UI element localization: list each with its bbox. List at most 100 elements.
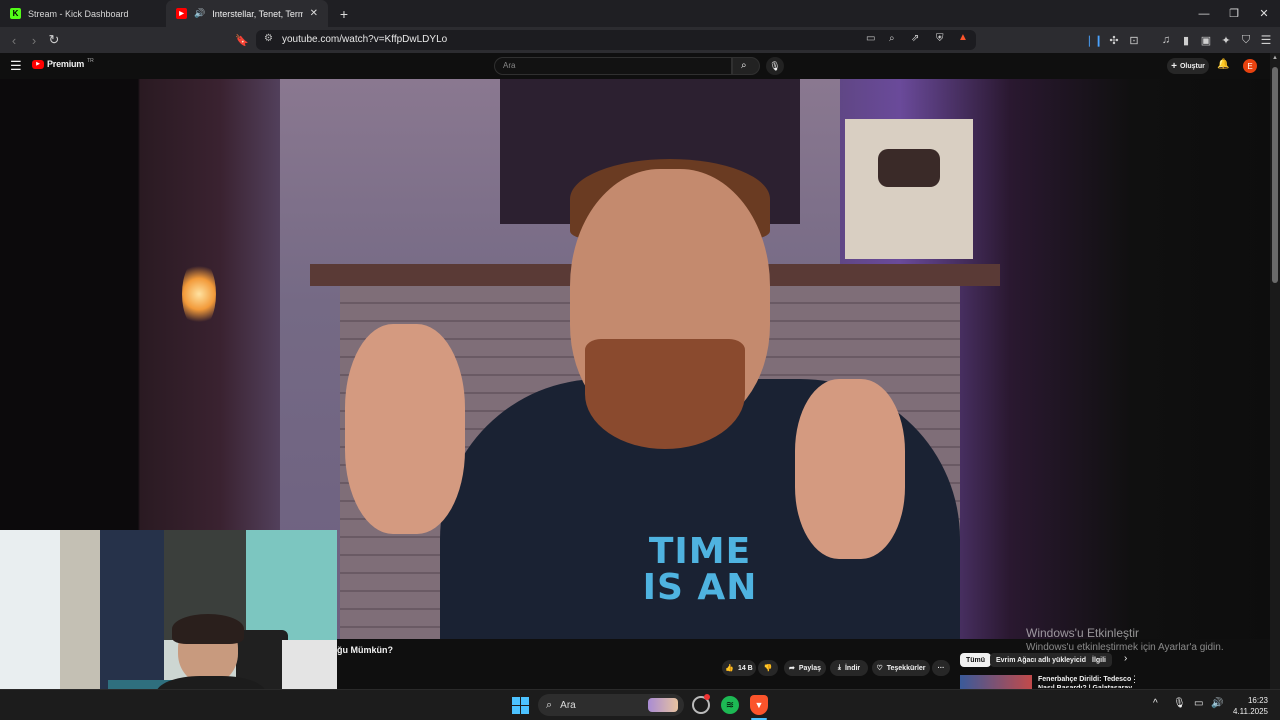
search-placeholder: Ara <box>503 61 516 70</box>
site-info-icon[interactable]: ⚙ <box>264 33 273 44</box>
wallet-icon[interactable]: ▣ <box>1198 32 1214 48</box>
chip-all[interactable]: Tümü <box>960 653 992 667</box>
leo-icon[interactable]: ✦ <box>1218 32 1234 48</box>
notifications-bell-icon[interactable]: 🔔 <box>1217 59 1229 70</box>
sidebar-icon[interactable]: ▮ <box>1178 32 1194 48</box>
recommended-menu-icon[interactable]: ⋮ <box>1130 674 1139 685</box>
clock-time: 16:23 <box>1247 696 1268 705</box>
notification-dot <box>704 694 710 700</box>
url-text: youtube.com/watch?v=KffpDwLDYLo <box>282 34 448 45</box>
thanks-label: Teşekkürler <box>886 664 926 672</box>
brave-shields-icon[interactable]: ⛨ <box>936 33 944 44</box>
brave-browser-icon[interactable]: ▼ <box>750 695 768 715</box>
chip-related[interactable]: İlgili <box>1086 653 1112 667</box>
search-button[interactable]: ⌕ <box>732 57 760 75</box>
logo-text: Premium <box>47 59 85 69</box>
more-actions-button[interactable]: ··· <box>932 660 950 676</box>
recommended-title[interactable]: Fenerbahçe Dirildi: Tedesco Nasıl Başard… <box>1038 675 1138 688</box>
country-code: TR <box>87 58 94 64</box>
restore-window-icon[interactable]: ❐ <box>1218 0 1250 27</box>
scroll-up-icon[interactable]: ▲ <box>1272 55 1278 61</box>
kick-icon: K <box>10 8 21 19</box>
hamburger-menu-icon[interactable]: ☰ <box>10 58 22 74</box>
taskbar-search[interactable]: ⌕ Ara <box>538 694 684 716</box>
video-title: ğu Mümkün? <box>337 645 393 655</box>
taskbar-app-icon[interactable] <box>692 694 710 714</box>
bookmark-icon[interactable]: 🔖 <box>234 32 250 48</box>
minimize-window-icon[interactable]: — <box>1188 0 1220 27</box>
dislike-button[interactable]: 👎 <box>758 660 778 676</box>
vpn-icon[interactable]: ⛉ <box>1238 32 1254 48</box>
microphone-icon[interactable]: 🎙 <box>1173 698 1186 709</box>
brave-rewards-icon[interactable]: ▲ <box>958 32 968 43</box>
like-count: 14 B <box>737 664 753 672</box>
forward-icon[interactable]: › <box>26 32 42 48</box>
new-tab-button[interactable]: + <box>328 0 360 27</box>
network-icon[interactable]: ▭ <box>1194 698 1203 709</box>
chips-next-icon[interactable]: › <box>1124 653 1127 664</box>
create-label: Oluştur <box>1179 62 1205 70</box>
spotify-icon[interactable]: ≋ <box>721 696 739 714</box>
search-highlight-icon <box>648 698 678 712</box>
search-input[interactable]: Ara <box>494 57 732 75</box>
tab-kick-dashboard[interactable]: K Stream - Kick Dashboard <box>0 0 166 27</box>
tab-youtube-video[interactable]: ▶ 🔊 Interstellar, Tenet, Terminator ✕ <box>166 0 328 27</box>
zoom-icon[interactable]: ⌕ <box>889 33 895 44</box>
extensions-icon[interactable]: ✣ <box>1106 32 1122 48</box>
browser-tab-bar: K Stream - Kick Dashboard ▶ 🔊 Interstell… <box>0 0 1280 27</box>
download-icon: ⤓ <box>837 664 841 671</box>
menu-icon[interactable]: ☰ <box>1258 32 1274 48</box>
tray-overflow-icon[interactable]: ^ <box>1153 698 1158 709</box>
shirt-text-line-2: IS AN <box>642 567 758 608</box>
download-button[interactable]: ⤓ İndir <box>830 660 868 676</box>
volume-icon[interactable]: 🔊 <box>1211 698 1223 709</box>
ai-assistant-icon[interactable]: ❘❙ <box>1085 32 1103 48</box>
tab-title: Interstellar, Tenet, Terminator <box>212 8 303 19</box>
thanks-button[interactable]: ♡ Teşekkürler <box>872 660 930 676</box>
cam-person-hair <box>172 614 244 644</box>
avatar[interactable]: E <box>1243 59 1257 73</box>
recommended-title-line-1: Fenerbahçe Dirildi: Tedesco <box>1038 676 1132 683</box>
taskbar-search-label: Ara <box>560 699 576 711</box>
tab-title: Stream - Kick Dashboard <box>28 8 129 19</box>
recommended-thumbnail[interactable] <box>960 675 1032 689</box>
share-button[interactable]: ➦ Paylaş <box>784 660 826 676</box>
browser-toolbar: ‹ › ↻ 🔖 ⚙ youtube.com/watch?v=KffpDwLDYL… <box>0 27 1280 53</box>
youtube-premium-logo[interactable]: ▶ Premium TR <box>32 58 94 69</box>
media-icon[interactable]: ♫ <box>1158 32 1174 48</box>
clock-date: 4.11.2025 <box>1233 707 1268 716</box>
video-play-button-plaque <box>845 119 973 259</box>
video-person-beard <box>585 339 745 449</box>
chip-from-uploader[interactable]: Evrim Ağacı adlı yükleyiciden <box>990 653 1101 667</box>
reload-icon[interactable]: ↻ <box>46 32 62 48</box>
windows-activation-subtitle: Windows'u etkinleştirmek için Ayarlar'a … <box>1026 642 1224 653</box>
audio-playing-icon[interactable]: 🔊 <box>194 8 205 19</box>
recommended-title-line-2: Nasıl Başardı? | Galatasaray... <box>1038 684 1138 688</box>
youtube-header: ☰ ▶ Premium TR Ara ⌕ 🎙 + Oluştur 🔔 E <box>0 53 1270 79</box>
voice-search-icon[interactable]: 🎙 <box>766 57 784 75</box>
windows-start-icon[interactable] <box>512 697 529 714</box>
thumbs-down-icon: 👎 <box>763 665 773 672</box>
share-page-icon[interactable]: ⇗ <box>911 33 919 44</box>
download-label: İndir <box>844 664 861 672</box>
back-icon[interactable]: ‹ <box>6 32 22 48</box>
like-button[interactable]: 👍 14 B <box>722 660 756 676</box>
page-scrollbar[interactable]: ▲ <box>1270 53 1280 689</box>
search-icon: ⌕ <box>741 60 747 71</box>
create-button[interactable]: + Oluştur <box>1167 58 1209 74</box>
scrollbar-thumb[interactable] <box>1272 67 1278 283</box>
video-lamp <box>182 259 216 329</box>
windows-activation-title: Windows'u Etkinleştir <box>1026 626 1139 640</box>
screenshot-icon[interactable]: ⊡ <box>1126 32 1142 48</box>
video-left-hand <box>345 324 465 534</box>
cast-icon[interactable]: ▭ <box>866 33 875 44</box>
video-plaque-logo <box>878 149 940 187</box>
close-window-icon[interactable]: ✕ <box>1248 0 1280 27</box>
taskbar-clock[interactable]: 16:23 4.11.2025 <box>1233 695 1268 717</box>
thumbs-up-icon: 👍 <box>725 665 734 672</box>
close-tab-icon[interactable]: ✕ <box>310 8 318 19</box>
thanks-heart-icon: ♡ <box>876 665 883 672</box>
youtube-logo-icon: ▶ <box>32 59 44 69</box>
share-icon: ➦ <box>788 665 795 672</box>
address-bar[interactable]: ⚙ youtube.com/watch?v=KffpDwLDYLo ▭ ⌕ ⇗ … <box>256 30 976 50</box>
